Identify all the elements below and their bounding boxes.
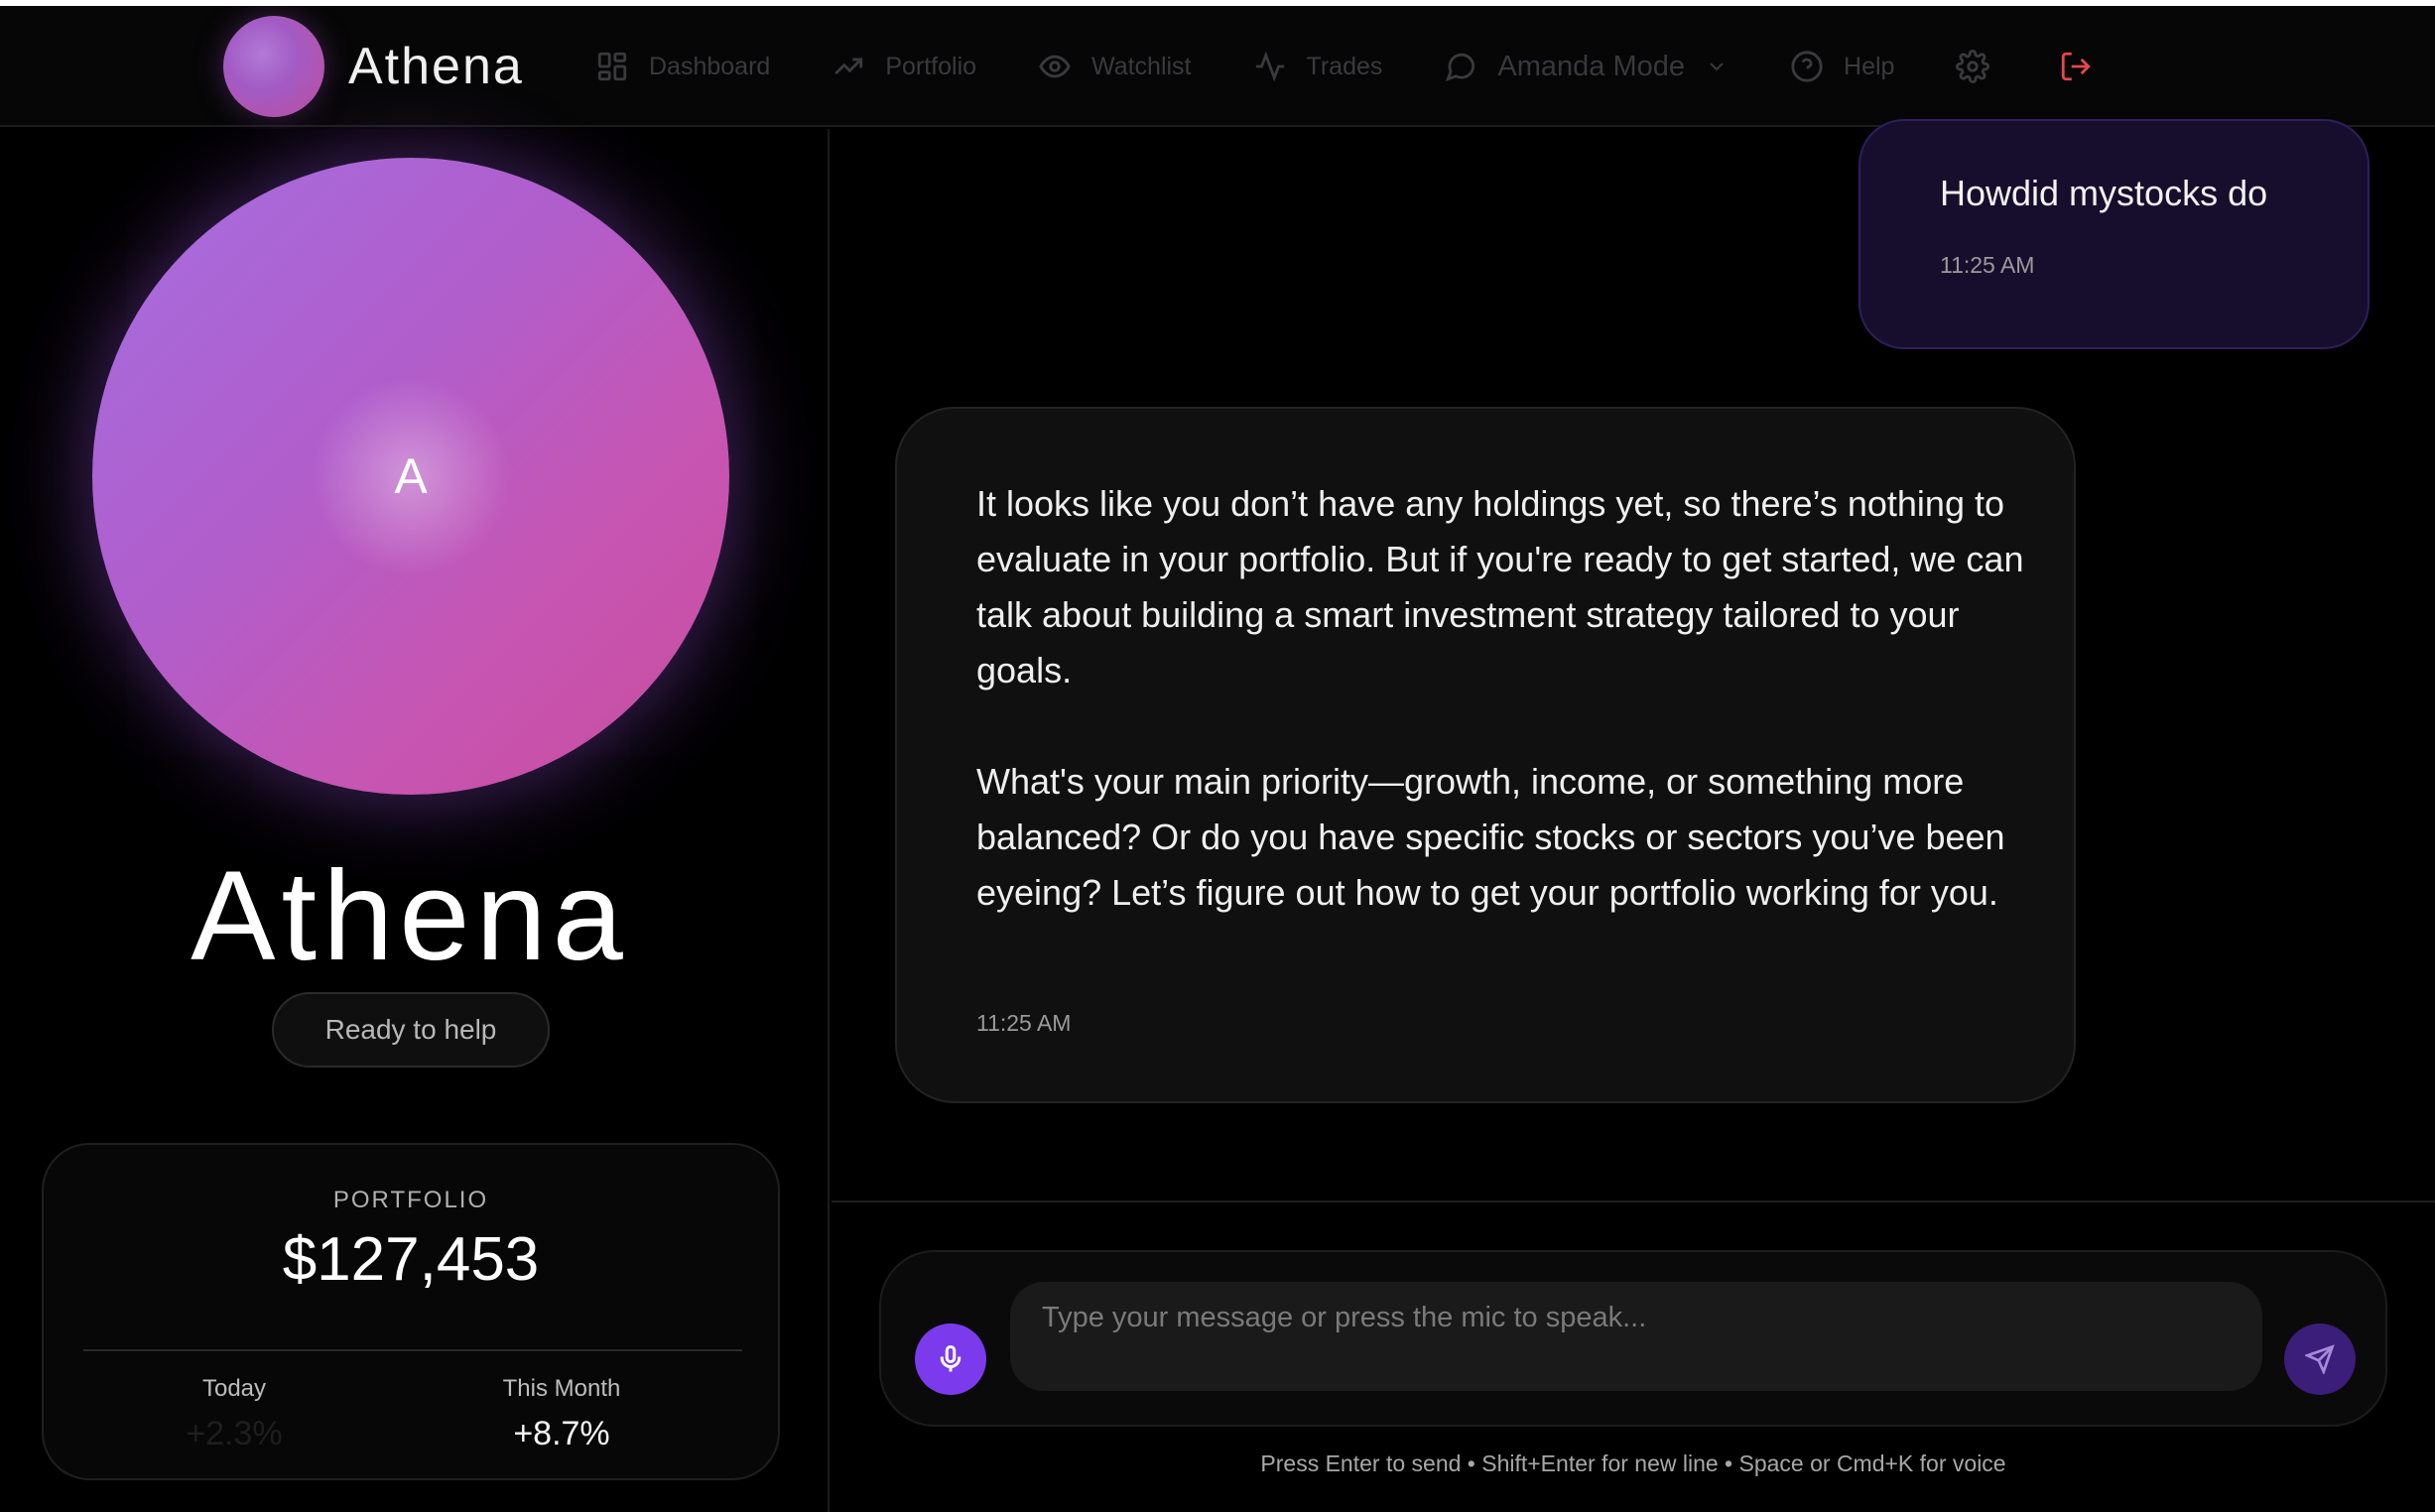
nav-label-dashboard: Dashboard bbox=[649, 52, 771, 80]
brand-name: Athena bbox=[348, 38, 524, 95]
assistant-message-paragraph: What's your main priority—growth, income… bbox=[976, 761, 2005, 913]
main-nav: Dashboard Portfolio Watchlist Trades Ama… bbox=[595, 6, 2162, 127]
app-root: Athena Dashboard Portfolio Watchlist Tra… bbox=[0, 0, 2435, 1512]
brand-orb-logo bbox=[223, 16, 324, 117]
send-icon bbox=[2305, 1344, 2335, 1374]
assistant-message-time: 11:25 AM bbox=[976, 1010, 1072, 1036]
mic-button[interactable] bbox=[915, 1323, 986, 1395]
chat-bubble-icon bbox=[1446, 53, 1475, 82]
orb-letter: A bbox=[394, 448, 428, 504]
message-composer bbox=[879, 1250, 2387, 1427]
assistant-message-paragraph: It looks like you don’t have any holding… bbox=[976, 483, 2024, 691]
today-value: +2.3% bbox=[186, 1415, 283, 1452]
today-label: Today bbox=[201, 1375, 267, 1402]
portfolio-divider bbox=[83, 1349, 742, 1351]
activity-icon bbox=[1255, 51, 1284, 82]
mode-label: Amanda Mode bbox=[1497, 50, 1686, 82]
brand[interactable]: Athena bbox=[223, 16, 524, 117]
dashboard-grid-icon bbox=[597, 52, 627, 81]
nav-item-trades[interactable]: Trades bbox=[1253, 50, 1383, 83]
portfolio-summary-card: PORTFOLIO $127,453 Today +2.3% This Mont… bbox=[42, 1143, 780, 1480]
nav-item-help[interactable]: Help bbox=[1790, 50, 1894, 83]
eye-icon bbox=[1039, 55, 1071, 78]
nav-item-portfolio[interactable]: Portfolio bbox=[832, 50, 976, 83]
user-message-time: 11:25 AM bbox=[1940, 252, 2035, 278]
portfolio-value: $127,453 bbox=[282, 1225, 540, 1294]
portfolio-label: PORTFOLIO bbox=[332, 1187, 489, 1213]
assistant-message-text: It looks like you don’t have any holding… bbox=[976, 476, 2028, 921]
trending-up-icon bbox=[834, 58, 863, 75]
assistant-message-bubble: It looks like you don’t have any holding… bbox=[895, 407, 2076, 1103]
help-circle-icon bbox=[1791, 51, 1823, 82]
user-message-text: Howdid mystocks do bbox=[1940, 173, 2268, 213]
month-value: +8.7% bbox=[513, 1415, 610, 1452]
month-label: This Month bbox=[502, 1375, 621, 1402]
nav-label-trades: Trades bbox=[1306, 52, 1383, 80]
nav-item-watchlist[interactable]: Watchlist bbox=[1038, 50, 1192, 83]
status-badge: Ready to help bbox=[272, 992, 550, 1068]
microphone-icon bbox=[940, 1345, 961, 1372]
month-stat: This Month +8.7% bbox=[413, 1375, 710, 1453]
user-message-bubble: Howdid mystocks do 11:25 AM bbox=[1858, 119, 2370, 349]
logout-button[interactable] bbox=[2059, 50, 2093, 83]
nav-label-help: Help bbox=[1844, 52, 1895, 80]
chat-thread[interactable]: Howdid mystocks do 11:25 AM It looks lik… bbox=[832, 119, 2435, 1200]
settings-button[interactable] bbox=[1956, 50, 1990, 83]
composer-area: Press Enter to send • Shift+Enter for ne… bbox=[832, 1200, 2435, 1512]
top-navigation-bar: Athena Dashboard Portfolio Watchlist Tra… bbox=[0, 6, 2435, 127]
assistant-orb[interactable]: A bbox=[92, 158, 729, 795]
nav-item-dashboard[interactable]: Dashboard bbox=[595, 50, 770, 83]
logout-icon bbox=[2062, 52, 2092, 81]
keyboard-hint: Press Enter to send • Shift+Enter for ne… bbox=[1260, 1450, 2006, 1476]
chevron-down-icon bbox=[1710, 63, 1724, 71]
send-button[interactable] bbox=[2284, 1323, 2356, 1395]
assistant-panel: A Athena Ready to help PORTFOLIO $127,45… bbox=[0, 129, 830, 1512]
assistant-name: Athena bbox=[191, 845, 629, 987]
today-stat: Today +2.3% bbox=[85, 1375, 383, 1453]
gear-icon bbox=[1956, 50, 1990, 83]
mode-selector-dropdown[interactable]: Amanda Mode bbox=[1444, 50, 1729, 83]
message-input[interactable] bbox=[1010, 1282, 2262, 1391]
nav-label-watchlist: Watchlist bbox=[1091, 52, 1192, 80]
nav-label-portfolio: Portfolio bbox=[885, 52, 977, 80]
